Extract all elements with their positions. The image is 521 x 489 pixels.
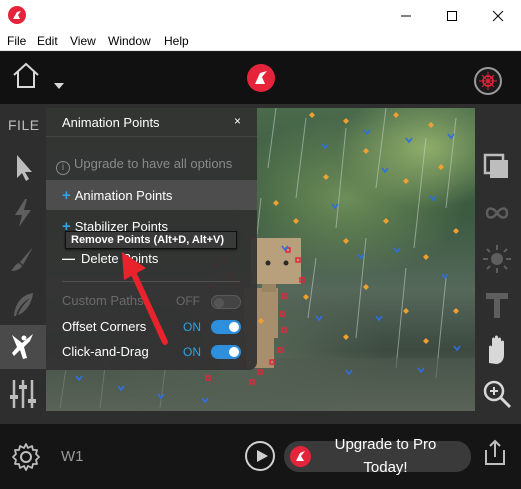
- brightness-icon[interactable]: [480, 242, 514, 276]
- export-share-icon[interactable]: [483, 438, 507, 466]
- text-tool-icon[interactable]: [480, 288, 514, 322]
- menu-edit[interactable]: Edit: [37, 34, 58, 48]
- layers-icon[interactable]: [480, 150, 514, 184]
- loop-icon[interactable]: [480, 196, 514, 230]
- custom-paths-toggle[interactable]: [211, 295, 241, 309]
- minus-icon: —: [62, 251, 75, 266]
- panel-close-button[interactable]: ×: [234, 114, 241, 128]
- file-label[interactable]: FILE: [8, 117, 40, 133]
- feather-icon[interactable]: [6, 288, 40, 322]
- hand-pan-icon[interactable]: [480, 333, 514, 367]
- home-icon[interactable]: [10, 59, 42, 91]
- upgrade-notice[interactable]: i Upgrade to have all options: [56, 156, 232, 175]
- lightning-icon[interactable]: [6, 196, 40, 230]
- plus-icon: +: [62, 187, 71, 204]
- close-window-button[interactable]: [475, 0, 521, 31]
- maximize-button[interactable]: [429, 0, 475, 31]
- play-icon: [257, 450, 268, 462]
- play-button[interactable]: [245, 441, 275, 471]
- chevron-down-icon[interactable]: [53, 82, 65, 90]
- menu-file[interactable]: File: [7, 34, 26, 48]
- sliders-icon[interactable]: [6, 377, 40, 411]
- upgrade-line-1: Upgrade to Pro: [334, 436, 437, 453]
- upgrade-notice-text: Upgrade to have all options: [74, 156, 233, 171]
- brush-icon[interactable]: [6, 242, 40, 276]
- global-settings-icon[interactable]: [474, 67, 502, 95]
- menu-view[interactable]: View: [70, 34, 96, 48]
- dancer-icon: [12, 334, 33, 359]
- app-logo-icon: [8, 6, 26, 24]
- click-and-drag-toggle[interactable]: [211, 345, 241, 359]
- brand-logo-icon: [247, 64, 275, 92]
- upgrade-pro-text[interactable]: Upgrade to Pro Today!: [300, 433, 471, 479]
- panel-title: Animation Points: [62, 115, 160, 130]
- zoom-icon[interactable]: [480, 377, 514, 411]
- animation-points-label: Animation Points: [74, 188, 173, 203]
- panel-divider: [46, 136, 257, 137]
- menu-window[interactable]: Window: [108, 34, 151, 48]
- animation-points-item[interactable]: + Animation Points: [62, 187, 172, 204]
- workspace-label[interactable]: W1: [61, 448, 84, 465]
- minimize-button[interactable]: [383, 0, 429, 31]
- app-toolbar: [0, 52, 521, 104]
- window-titlebar: [0, 0, 521, 31]
- red-annotation-arrow-icon: [122, 252, 168, 345]
- offset-corners-toggle[interactable]: [211, 320, 241, 334]
- upgrade-line-2: Today!: [363, 459, 408, 476]
- menu-bar: File Edit View Window Help: [0, 31, 521, 51]
- info-icon: i: [56, 161, 70, 175]
- gear-icon[interactable]: [10, 441, 42, 473]
- menu-help[interactable]: Help: [164, 34, 189, 48]
- select-arrow-icon[interactable]: [6, 150, 40, 184]
- animation-tool-active[interactable]: [0, 325, 46, 369]
